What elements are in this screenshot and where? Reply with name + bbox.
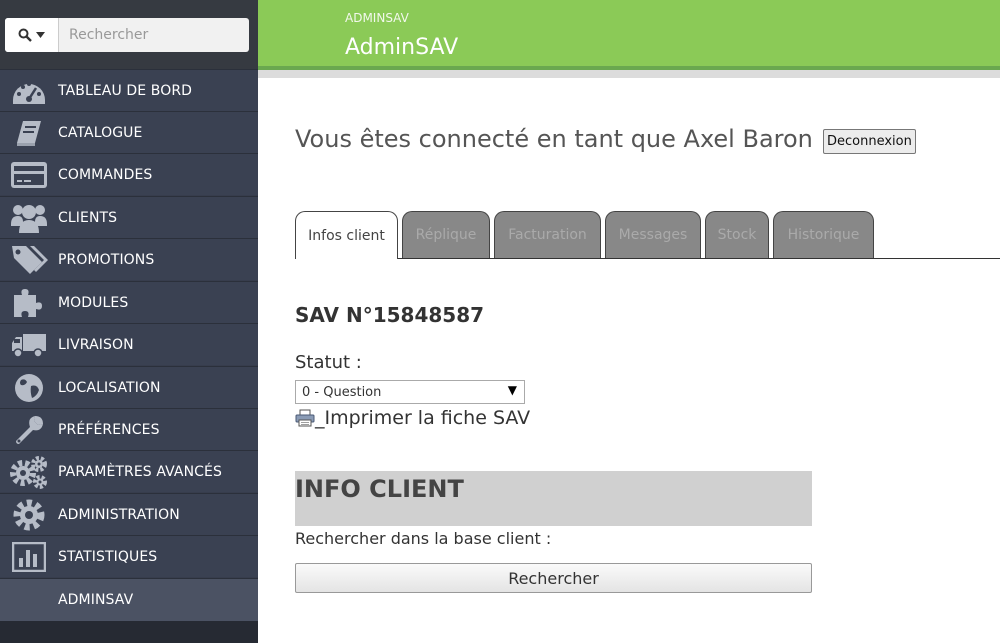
cogs-icon <box>0 451 58 493</box>
sav-number-heading: SAV N°15848587 <box>295 303 485 327</box>
print-sav-label: Imprimer la fiche SAV <box>324 407 531 429</box>
tab-historique[interactable]: Historique <box>773 211 874 258</box>
sidebar-item-label: MODULES <box>58 294 129 311</box>
truck-icon <box>0 324 58 366</box>
sidebar-item-clients[interactable]: CLIENTS <box>0 196 258 238</box>
search-input[interactable] <box>60 18 249 52</box>
header-shadow <box>258 70 1000 78</box>
status-label: Statut : <box>295 352 362 373</box>
client-search-button[interactable]: Rechercher <box>295 563 812 593</box>
search-icon <box>18 28 32 42</box>
sidebar: TABLEAU DE BORD CATALOGUE COMMANDES CLIE… <box>0 0 258 643</box>
tags-icon <box>0 239 58 281</box>
sidebar-item-label: TABLEAU DE BORD <box>58 82 193 99</box>
sidebar-search-area <box>0 0 258 69</box>
sidebar-item-parametres-avances[interactable]: PARAMÈTRES AVANCÉS <box>0 450 258 492</box>
sidebar-item-livraison[interactable]: LIVRAISON <box>0 323 258 365</box>
sidebar-item-label: CATALOGUE <box>58 124 143 141</box>
book-icon <box>0 112 58 154</box>
bar-chart-icon <box>0 536 58 578</box>
tab-infos-client[interactable]: Infos client <box>295 211 398 259</box>
tab-replique[interactable]: Réplique <box>402 211 490 258</box>
sidebar-item-adminsav[interactable]: ADMINSAV <box>0 578 258 621</box>
sidebar-item-modules[interactable]: MODULES <box>0 281 258 323</box>
info-client-section-header: INFO CLIENT <box>295 471 812 526</box>
sidebar-item-statistiques[interactable]: STATISTIQUES <box>0 535 258 577</box>
sidebar-item-catalogue[interactable]: CATALOGUE <box>0 111 258 153</box>
sidebar-item-label: COMMANDES <box>58 166 153 183</box>
wrench-icon <box>0 409 58 451</box>
sidebar-item-label: ADMINISTRATION <box>58 506 180 523</box>
sidebar-item-localisation[interactable]: LOCALISATION <box>0 366 258 408</box>
sidebar-item-label: PROMOTIONS <box>58 251 155 268</box>
sidebar-item-label: LOCALISATION <box>58 379 161 396</box>
print-sav-link[interactable]: _ Imprimer la fiche SAV <box>295 407 530 429</box>
sidebar-item-label: ADMINSAV <box>58 592 134 608</box>
gear-icon <box>0 494 58 536</box>
dashboard-icon <box>0 70 58 112</box>
credit-card-icon <box>0 154 58 196</box>
sidebar-item-label: PARAMÈTRES AVANCÉS <box>58 463 222 480</box>
sidebar-item-commandes[interactable]: COMMANDES <box>0 153 258 195</box>
caret-down-icon <box>36 32 45 38</box>
sidebar-item-preferences[interactable]: PRÉFÉRENCES <box>0 408 258 450</box>
status-select[interactable]: 0 - Question ▼ <box>295 380 525 404</box>
puzzle-icon <box>0 282 58 324</box>
search-box <box>5 18 249 52</box>
printer-icon <box>295 409 315 427</box>
sidebar-footer <box>0 621 258 643</box>
sidebar-item-label: PRÉFÉRENCES <box>58 421 160 438</box>
status-select-value: 0 - Question <box>302 384 382 400</box>
users-icon <box>0 197 58 239</box>
tab-bar: Infos client Réplique Facturation Messag… <box>295 211 1000 259</box>
welcome-message: Vous êtes connecté en tant que Axel Baro… <box>295 125 813 153</box>
sidebar-item-label: CLIENTS <box>58 209 118 226</box>
info-client-title: INFO CLIENT <box>295 475 464 503</box>
sidebar-item-tableau-de-bord[interactable]: TABLEAU DE BORD <box>0 69 258 111</box>
logout-button[interactable]: Deconnexion <box>823 129 916 154</box>
sidebar-item-promotions[interactable]: PROMOTIONS <box>0 238 258 280</box>
page-header: ADMINSAV AdminSAV <box>258 0 1000 66</box>
tab-messages[interactable]: Messages <box>605 211 701 258</box>
sidebar-item-label: LIVRAISON <box>58 336 134 353</box>
search-type-button[interactable] <box>5 18 59 52</box>
globe-icon <box>0 367 58 409</box>
tab-facturation[interactable]: Facturation <box>494 211 601 258</box>
sidebar-item-label: STATISTIQUES <box>58 548 158 565</box>
sidebar-item-administration[interactable]: ADMINISTRATION <box>0 493 258 535</box>
dropdown-arrow-icon: ▼ <box>507 383 517 397</box>
breadcrumb[interactable]: ADMINSAV <box>345 11 409 25</box>
page-title: AdminSAV <box>345 35 459 60</box>
client-search-label: Rechercher dans la base client : <box>295 529 552 548</box>
tab-stock[interactable]: Stock <box>705 211 769 258</box>
